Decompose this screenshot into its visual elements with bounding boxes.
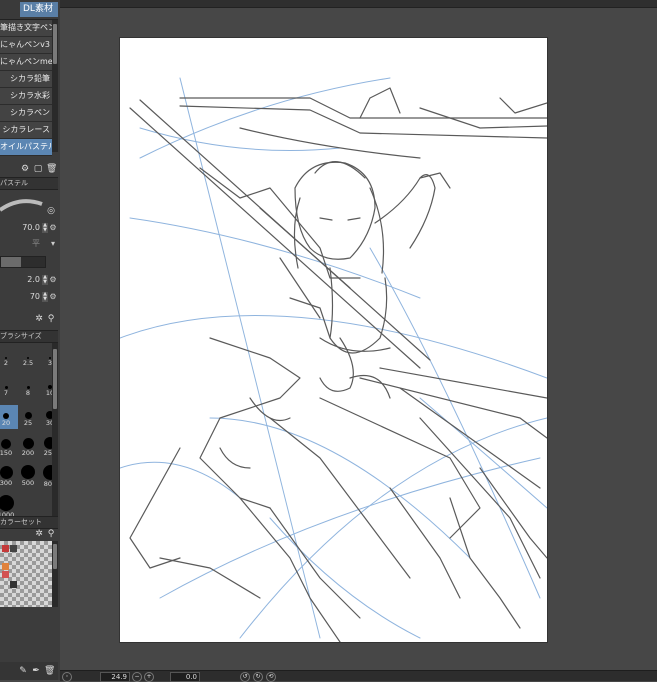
top-toolbar xyxy=(0,0,657,8)
density-row[interactable]: 2.0 ▲ ▼ ⚙ xyxy=(0,274,58,286)
brush-size-label: 800 xyxy=(43,480,57,488)
brush-icon[interactable]: ✒ xyxy=(31,666,41,676)
brush-size-label: 10 xyxy=(45,389,55,397)
brush-size-value: 70.0 xyxy=(22,223,40,232)
brush-size-option[interactable]: 3 xyxy=(38,345,62,369)
brush-size-option[interactable]: 10 xyxy=(38,375,62,399)
brush-size-label: 500 xyxy=(21,479,35,487)
brush-size-option[interactable]: 200 xyxy=(16,435,40,459)
subtool-item[interactable]: オイルパステル xyxy=(0,139,52,156)
wrench-icon[interactable]: ✲ xyxy=(34,314,44,324)
zoom-out-icon[interactable]: − xyxy=(132,672,142,682)
brush-preview-stroke xyxy=(0,194,44,216)
opacity-settings-icon[interactable]: ⚙ xyxy=(49,292,57,302)
drawing-canvas[interactable] xyxy=(120,38,547,642)
delete-icon[interactable]: 🗑 xyxy=(44,666,55,676)
brush-size-label: 200 xyxy=(21,449,35,457)
sketch-artwork xyxy=(120,77,547,642)
subtool-scrollbar[interactable] xyxy=(52,20,58,152)
subtool-item[interactable]: シカラペン xyxy=(0,105,52,122)
color-swatch-grid[interactable] xyxy=(0,541,52,607)
opacity-stepper[interactable]: ▲ ▼ xyxy=(42,292,48,302)
brush-size-option[interactable]: 8 xyxy=(16,375,40,399)
brush-size-label: 3 xyxy=(47,359,53,367)
brush-size-label: 250 xyxy=(43,449,57,457)
rotation-input[interactable]: 0.0 xyxy=(170,672,200,682)
brush-size-grid: 22.5378102025301502002503005008001000 xyxy=(0,345,58,519)
pressure-icon[interactable]: ⚙ xyxy=(49,223,57,233)
brush-size-option[interactable]: 25 xyxy=(16,405,40,429)
swatch-black[interactable] xyxy=(10,581,17,588)
brush-size-dot-icon xyxy=(21,465,35,479)
brush-size-stepper[interactable]: ▲ ▼ xyxy=(42,223,48,233)
brush-size-option[interactable]: 2.5 xyxy=(16,345,40,369)
brush-size-header: ブラシサイズ xyxy=(0,330,58,343)
brush-size-label: 2.5 xyxy=(22,359,34,367)
swatch-red[interactable] xyxy=(2,545,9,552)
blend-mode-value: 平 xyxy=(32,239,40,248)
trash-icon[interactable]: 🗑 xyxy=(46,164,57,174)
subtool-item[interactable]: シカラレース xyxy=(0,122,52,139)
rotate-right-icon[interactable]: ↻ xyxy=(253,672,263,682)
new-subtool-icon[interactable]: ▢ xyxy=(33,164,43,174)
brush-size-option[interactable]: 500 xyxy=(16,465,40,489)
brush-size-dot-icon xyxy=(1,439,11,449)
tool-property-header: パステル xyxy=(0,177,58,190)
brush-size-label: 8 xyxy=(25,389,31,397)
brush-size-dot-icon xyxy=(0,466,13,479)
tab-dl-materials[interactable]: DL素材 xyxy=(20,2,58,17)
pin-icon[interactable]: ⚲ xyxy=(46,314,56,324)
texture-slider[interactable] xyxy=(0,256,46,268)
swatch-orange[interactable] xyxy=(2,563,9,570)
density-stepper[interactable]: ▲ ▼ xyxy=(42,275,48,285)
magnify-icon[interactable]: ◎ xyxy=(46,206,56,216)
color-scrollbar[interactable] xyxy=(52,541,58,607)
zoom-in-icon[interactable]: + xyxy=(144,672,154,682)
swatch-dark[interactable] xyxy=(10,545,17,552)
color-set-header: カラーセット xyxy=(0,516,58,529)
brush-size-label: 25 xyxy=(23,419,33,427)
subtool-item[interactable]: にゃんペンv3 xyxy=(0,37,52,54)
density-value: 2.0 xyxy=(27,275,40,284)
brush-size-option[interactable]: 250 xyxy=(38,435,62,459)
rotate-left-icon[interactable]: ↺ xyxy=(240,672,250,682)
zoom-input[interactable]: 24.9 xyxy=(100,672,130,682)
brush-size-scrollbar[interactable] xyxy=(52,343,58,517)
clip-studio-window: DL素材 筆描き文字ペンにゃんペンv3にゃんペンmeowシカラ鉛筆シカラ水彩シカ… xyxy=(0,0,657,682)
layer-panel-toolbar: ✎ ✒ 🗑 xyxy=(0,662,58,680)
brush-size-dot-icon xyxy=(0,495,14,511)
subtool-item[interactable]: シカラ鉛筆 xyxy=(0,71,52,88)
settings-icon[interactable]: ⚙ xyxy=(20,164,30,174)
brush-size-option[interactable]: 30 xyxy=(38,405,62,429)
subtool-item[interactable]: 筆描き文字ペン xyxy=(0,20,52,37)
brush-size-option[interactable]: 800 xyxy=(38,465,62,489)
color-settings-icon[interactable]: ✲ xyxy=(34,529,44,539)
left-panel: DL素材 筆描き文字ペンにゃんペンv3にゃんペンmeowシカラ鉛筆シカラ水彩シカ… xyxy=(0,0,60,680)
subtool-tab-row: DL素材 xyxy=(0,0,58,20)
subtool-item[interactable]: シカラ水彩 xyxy=(0,88,52,105)
dropdown-arrow-icon[interactable]: ▾ xyxy=(49,239,57,249)
blend-mode-row[interactable]: 平 ▾ xyxy=(0,238,58,250)
status-bar: ◦ 24.9 − + 0.0 ↺ ↻ ⟲ xyxy=(60,670,657,682)
brush-size-dot-icon xyxy=(22,438,34,449)
brush-size-row[interactable]: 70.0 ▲ ▼ ⚙ xyxy=(0,222,58,234)
density-settings-icon[interactable]: ⚙ xyxy=(49,275,57,285)
canvas-area[interactable] xyxy=(60,8,657,670)
opacity-value: 70 xyxy=(29,292,40,301)
opacity-row[interactable]: 70 ▲ ▼ ⚙ xyxy=(0,291,58,303)
eyedropper-icon[interactable]: ✎ xyxy=(18,666,28,676)
swatch-pink[interactable] xyxy=(2,571,9,578)
reset-rotation-icon[interactable]: ⟲ xyxy=(266,672,276,682)
navigator-icon[interactable]: ◦ xyxy=(62,672,72,682)
color-pin-icon[interactable]: ⚲ xyxy=(46,529,56,539)
subtool-item[interactable]: にゃんペンmeow xyxy=(0,54,52,71)
brush-size-label: 30 xyxy=(45,419,55,427)
brush-size-dot-icon xyxy=(24,412,32,419)
